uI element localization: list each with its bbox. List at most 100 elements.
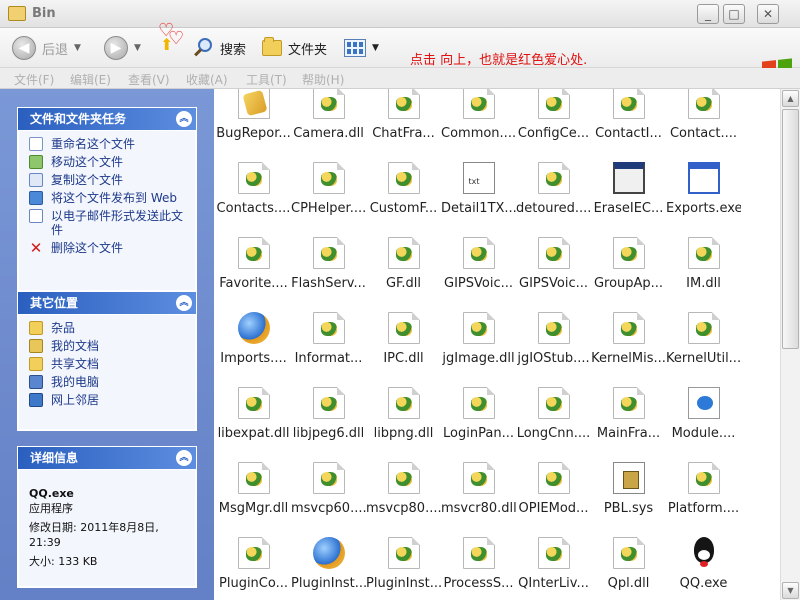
details-header[interactable]: 详细信息 ︽ [18,447,196,469]
file-name: Contact.... [669,126,738,141]
file-name: msvcp60.... [291,501,366,516]
file-item[interactable]: ChatFra... [366,89,441,152]
file-dll-icon [537,162,570,194]
place-my-computer[interactable]: 我的电脑 [29,375,189,389]
file-item[interactable]: QQ.exe [666,527,741,600]
file-item[interactable]: ContactI... [591,89,666,152]
task-delete[interactable]: ✕ 删除这个文件 [29,241,189,256]
file-name: ConfigCe... [517,126,590,141]
other-places-header[interactable]: 其它位置 ︽ [18,292,196,314]
collapse-chevron-icon[interactable]: ︽ [176,111,192,127]
file-item[interactable]: libexpat.dll [216,377,291,452]
views-dropdown-icon[interactable]: ▼ [372,43,379,53]
file-item[interactable]: Exports.exe [666,152,741,227]
file-item[interactable]: Platform.... [666,452,741,527]
file-name: libpng.dll [373,426,434,441]
file-item[interactable]: BugRepor... [216,89,291,152]
collapse-chevron-icon[interactable]: ︽ [176,295,192,311]
file-item[interactable]: IPC.dll [366,302,441,377]
menu-help[interactable]: 帮助(H) [302,71,344,88]
file-dll-icon [537,537,570,569]
file-item[interactable]: KernelUtil.... [666,302,741,377]
views-button[interactable]: ▼ [344,36,379,60]
file-item[interactable]: msvcr80.dll [441,452,516,527]
file-item[interactable]: Contact.... [666,89,741,152]
file-name: GroupAp... [593,276,664,291]
file-item[interactable]: MsgMgr.dll [216,452,291,527]
menu-file[interactable]: 文件(F) [14,71,54,88]
scroll-up-arrow-icon[interactable]: ▲ [782,90,799,107]
file-item[interactable]: MainFra... [591,377,666,452]
forward-button[interactable]: ▶ ▼ [104,36,141,60]
file-item[interactable]: Qpl.dll [591,527,666,600]
file-item[interactable]: Favorite.... [216,227,291,302]
file-item[interactable]: GIPSVoic... [441,227,516,302]
place-misc[interactable]: 杂品 [29,321,189,335]
file-item[interactable]: Informat... [291,302,366,377]
minimize-button[interactable]: _ [697,4,719,24]
file-item[interactable]: IM.dll [666,227,741,302]
collapse-chevron-icon[interactable]: ︽ [176,450,192,466]
file-item[interactable]: libjpeg6.dll [291,377,366,452]
file-item[interactable]: ConfigCe... [516,89,591,152]
file-item[interactable]: CustomF... [366,152,441,227]
file-item[interactable]: GroupAp... [591,227,666,302]
file-item[interactable]: PluginInst... [366,527,441,600]
file-item[interactable]: Imports.... [216,302,291,377]
file-item[interactable]: msvcp80.... [366,452,441,527]
file-item[interactable]: EraseIEC... [591,152,666,227]
file-item[interactable]: Module.... [666,377,741,452]
menu-edit[interactable]: 编辑(E) [70,71,111,88]
task-move[interactable]: 移动这个文件 [29,155,189,169]
file-item[interactable]: QInterLiv... [516,527,591,600]
file-item[interactable]: GIPSVoic... [516,227,591,302]
file-item[interactable]: ProcessS... [441,527,516,600]
file-item[interactable]: Camera.dll [291,89,366,152]
task-copy[interactable]: 复制这个文件 [29,173,189,187]
task-rename[interactable]: 重命名这个文件 [29,137,189,151]
file-item[interactable]: jgIOStub.... [516,302,591,377]
back-button[interactable]: ◀ 后退 ▼ [12,36,81,60]
file-item[interactable]: PluginInst... [291,527,366,600]
close-button[interactable]: ✕ [757,4,779,24]
search-button[interactable]: 搜索 [194,36,246,60]
menu-view[interactable]: 查看(V) [128,71,170,88]
file-item[interactable]: GF.dll [366,227,441,302]
file-tasks-header[interactable]: 文件和文件夹任务 ︽ [18,108,196,130]
menu-tools[interactable]: 工具(T) [246,71,287,88]
file-dll-icon [387,237,420,269]
file-item[interactable]: PBL.sys [591,452,666,527]
scroll-down-arrow-icon[interactable]: ▼ [782,582,799,599]
place-network[interactable]: 网上邻居 [29,393,189,407]
vertical-scrollbar[interactable]: ▲ ▼ [780,89,800,600]
file-name: Favorite.... [219,276,288,291]
file-item[interactable]: LoginPan... [441,377,516,452]
place-shared-documents[interactable]: 共享文档 [29,357,189,371]
file-item[interactable]: Contacts.... [216,152,291,227]
file-item[interactable]: CPHelper.... [291,152,366,227]
file-item[interactable]: libpng.dll [366,377,441,452]
maximize-button[interactable]: □ [723,4,745,24]
scroll-thumb[interactable] [782,109,799,349]
place-my-documents[interactable]: 我的文档 [29,339,189,353]
task-email[interactable]: 以电子邮件形式发送此文件 [29,209,189,237]
task-label: 将这个文件发布到 Web [51,191,177,205]
file-name: BugRepor... [216,126,291,141]
up-folder-button[interactable]: ♡ ♡ ⬆ [158,22,192,56]
folders-button[interactable]: 文件夹 [262,36,327,60]
forward-dropdown-icon[interactable]: ▼ [134,43,141,53]
task-publish-web[interactable]: 将这个文件发布到 Web [29,191,189,205]
file-item[interactable]: OPIEMod... [516,452,591,527]
menu-favorites[interactable]: 收藏(A) [186,71,228,88]
file-item[interactable]: Common.... [441,89,516,152]
file-item[interactable]: FlashServ... [291,227,366,302]
file-dll-icon [312,162,345,194]
file-item[interactable]: PluginCo... [216,527,291,600]
file-item[interactable]: msvcp60.... [291,452,366,527]
back-dropdown-icon[interactable]: ▼ [74,43,81,53]
file-item[interactable]: detoured.... [516,152,591,227]
file-item[interactable]: LongCnn.... [516,377,591,452]
file-item[interactable]: jgImage.dll [441,302,516,377]
file-item[interactable]: KernelMis... [591,302,666,377]
file-item[interactable]: Detail1TX... [441,152,516,227]
